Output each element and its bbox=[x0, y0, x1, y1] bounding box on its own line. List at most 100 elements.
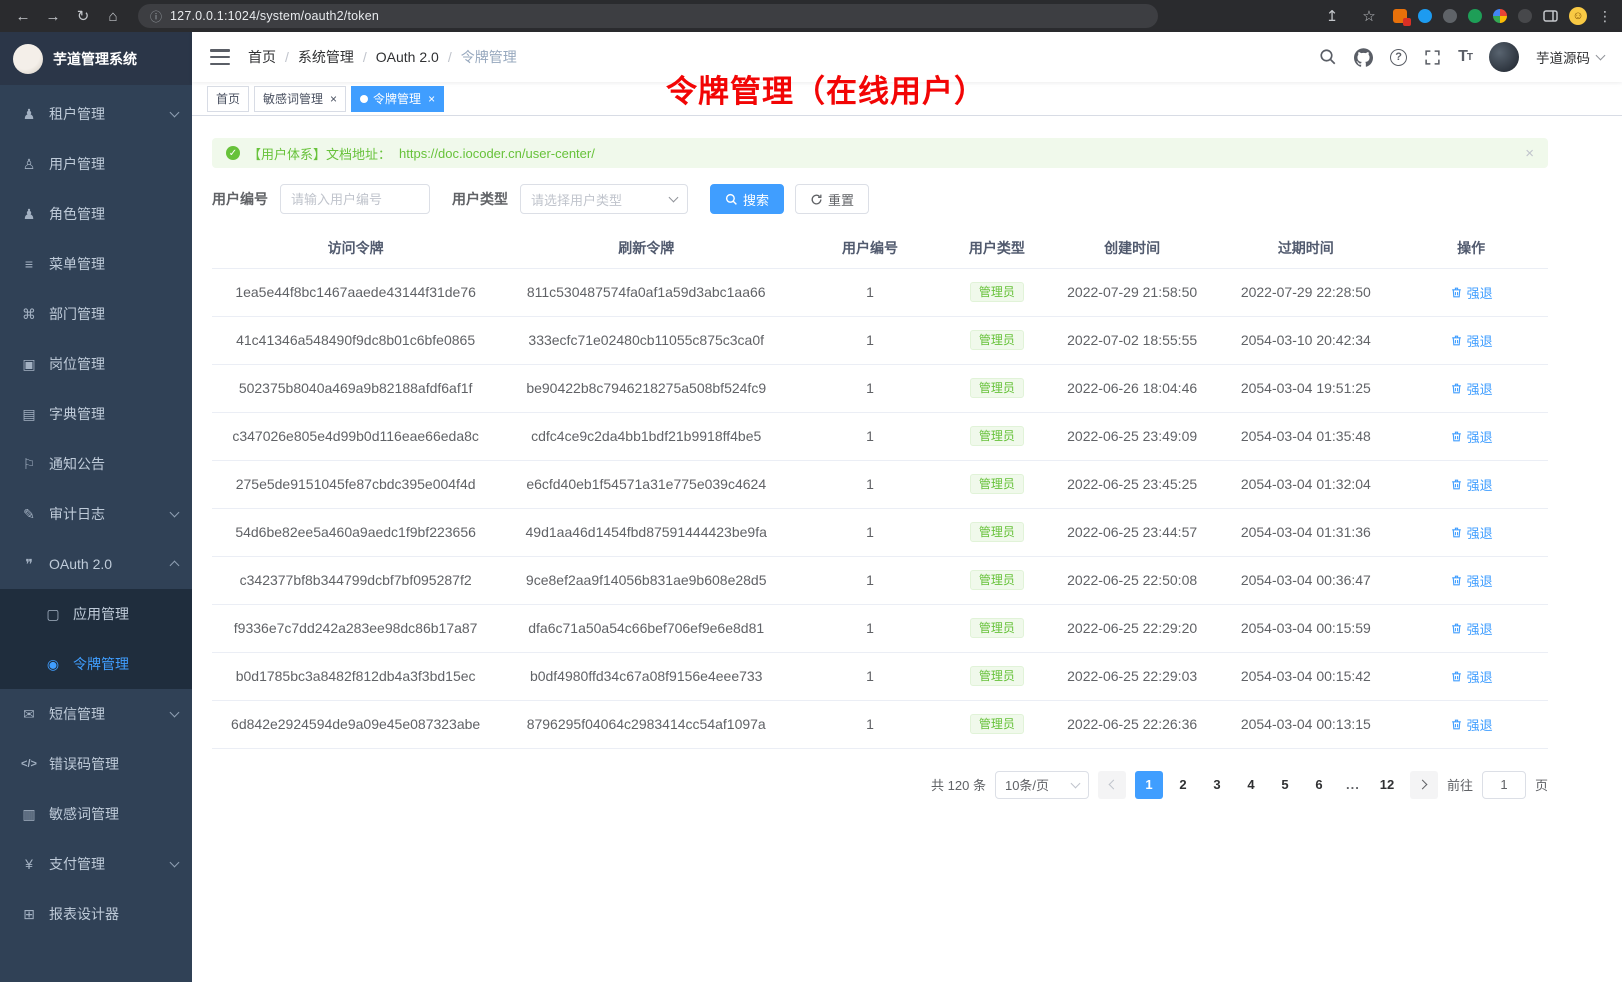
user-type-select[interactable]: 请选择用户类型 bbox=[520, 184, 688, 214]
force-logout-button[interactable]: 强退 bbox=[1450, 427, 1493, 446]
action-cell: 强退 bbox=[1394, 412, 1548, 460]
sidebar-item-dept[interactable]: ⌘ 部门管理 bbox=[0, 289, 192, 339]
sidebar-item-dict[interactable]: ▤ 字典管理 bbox=[0, 389, 192, 439]
force-logout-button[interactable]: 强退 bbox=[1450, 667, 1493, 686]
goto-page-input[interactable] bbox=[1482, 771, 1526, 799]
more-pages-icon[interactable]: ... bbox=[1339, 771, 1367, 799]
chevron-down-icon bbox=[1071, 778, 1081, 788]
audit-log-icon: ✎ bbox=[20, 506, 38, 523]
browser-refresh-icon[interactable]: ↻ bbox=[70, 3, 96, 29]
force-logout-button[interactable]: 强退 bbox=[1450, 571, 1493, 590]
browser-menu-icon[interactable]: ⋮ bbox=[1598, 8, 1612, 25]
close-icon[interactable]: × bbox=[428, 93, 435, 105]
navbar-actions: ? TT 芋道源码 bbox=[1319, 42, 1604, 72]
split-view-icon[interactable] bbox=[1543, 10, 1558, 22]
sidebar-item-oauth[interactable]: ❞ OAuth 2.0 bbox=[0, 539, 192, 589]
browser-profile-avatar[interactable]: ☺ bbox=[1569, 7, 1587, 25]
doc-alert: ✓ 【用户体系】文档地址： https://doc.iocoder.cn/use… bbox=[212, 138, 1548, 168]
page-button-12[interactable]: 12 bbox=[1373, 771, 1401, 799]
page-button-5[interactable]: 5 bbox=[1271, 771, 1299, 799]
page-button-6[interactable]: 6 bbox=[1305, 771, 1333, 799]
sidebar-item-sms[interactable]: ✉ 短信管理 bbox=[0, 689, 192, 739]
extension-icon[interactable] bbox=[1518, 9, 1532, 23]
font-size-icon[interactable]: TT bbox=[1458, 48, 1472, 66]
app-logo[interactable]: 芋道管理系统 bbox=[0, 32, 192, 85]
user-menu[interactable]: 芋道源码 bbox=[1536, 47, 1604, 67]
user-type-badge: 管理员 bbox=[970, 426, 1024, 446]
fullscreen-icon[interactable] bbox=[1424, 49, 1441, 66]
search-button[interactable]: 搜索 bbox=[710, 184, 784, 214]
sidebar-toggle-icon[interactable] bbox=[210, 49, 230, 65]
refresh-token-cell: e6cfd40eb1f54571a31e775e039c4624 bbox=[499, 460, 793, 508]
sidebar-item-user[interactable]: ♙ 用户管理 bbox=[0, 139, 192, 189]
user-id-cell: 1 bbox=[793, 268, 947, 316]
extension-badge bbox=[1403, 18, 1411, 26]
page-button-3[interactable]: 3 bbox=[1203, 771, 1231, 799]
user-id-cell: 1 bbox=[793, 556, 947, 604]
page-button-2[interactable]: 2 bbox=[1169, 771, 1197, 799]
delete-icon bbox=[1450, 382, 1463, 395]
total-count: 共 120 条 bbox=[931, 775, 986, 794]
force-logout-button[interactable]: 强退 bbox=[1450, 475, 1493, 494]
chevron-icon bbox=[170, 108, 180, 118]
extension-icon[interactable] bbox=[1468, 9, 1482, 23]
tab-sensitive-word[interactable]: 敏感词管理 × bbox=[254, 86, 346, 112]
force-logout-label: 强退 bbox=[1467, 667, 1493, 686]
dictionary-book-icon: ▤ bbox=[20, 406, 38, 423]
prev-page-button[interactable] bbox=[1098, 771, 1126, 799]
expire-time-cell: 2054-03-10 20:42:34 bbox=[1217, 316, 1394, 364]
page-button-1[interactable]: 1 bbox=[1135, 771, 1163, 799]
help-icon[interactable]: ? bbox=[1390, 49, 1407, 66]
sidebar-item-notice[interactable]: ⚐ 通知公告 bbox=[0, 439, 192, 489]
refresh-token-cell: 8796295f04064c2983414cc54af1097a bbox=[499, 700, 793, 748]
address-bar[interactable]: ⓘ 127.0.0.1:1024/system/oauth2/token bbox=[138, 4, 1158, 28]
breadcrumb-system[interactable]: 系统管理 bbox=[298, 47, 354, 67]
chevron-icon bbox=[170, 708, 180, 718]
github-icon[interactable] bbox=[1354, 48, 1373, 67]
extension-icon[interactable] bbox=[1493, 9, 1507, 23]
sidebar-item-label: 审计日志 bbox=[49, 504, 105, 524]
force-logout-button[interactable]: 强退 bbox=[1450, 331, 1493, 350]
force-logout-button[interactable]: 强退 bbox=[1450, 619, 1493, 638]
breadcrumb-home[interactable]: 首页 bbox=[248, 47, 276, 67]
sidebar-item-token[interactable]: ◉ 令牌管理 bbox=[0, 639, 192, 689]
site-info-icon[interactable]: ⓘ bbox=[150, 8, 162, 25]
alert-close-icon[interactable]: × bbox=[1525, 145, 1534, 162]
sidebar-item-app[interactable]: ▢ 应用管理 bbox=[0, 589, 192, 639]
force-logout-button[interactable]: 强退 bbox=[1450, 283, 1493, 302]
extension-icon[interactable] bbox=[1393, 9, 1407, 23]
sidebar-item-tenant[interactable]: ♟ 租户管理 bbox=[0, 89, 192, 139]
browser-home-icon[interactable]: ⌂ bbox=[100, 3, 126, 29]
force-logout-button[interactable]: 强退 bbox=[1450, 379, 1493, 398]
page-button-4[interactable]: 4 bbox=[1237, 771, 1265, 799]
breadcrumb-oauth[interactable]: OAuth 2.0 bbox=[376, 49, 439, 65]
sidebar-item-errcode[interactable]: </> 错误码管理 bbox=[0, 739, 192, 789]
doc-link[interactable]: https://doc.iocoder.cn/user-center/ bbox=[399, 146, 595, 161]
close-icon[interactable]: × bbox=[330, 93, 337, 105]
force-logout-button[interactable]: 强退 bbox=[1450, 715, 1493, 734]
extension-icon[interactable] bbox=[1418, 9, 1432, 23]
user-id-input[interactable] bbox=[280, 184, 430, 214]
page-size-select[interactable]: 10条/页 bbox=[995, 771, 1089, 799]
browser-back-icon[interactable]: ← bbox=[10, 3, 36, 29]
report-designer-icon: ⊞ bbox=[20, 906, 38, 923]
tab-token[interactable]: 令牌管理 × bbox=[351, 86, 444, 112]
bookmark-star-icon[interactable]: ☆ bbox=[1356, 3, 1382, 29]
sidebar-item-role[interactable]: ♟ 角色管理 bbox=[0, 189, 192, 239]
next-page-button[interactable] bbox=[1410, 771, 1438, 799]
reset-button[interactable]: 重置 bbox=[795, 184, 869, 214]
browser-forward-icon[interactable]: → bbox=[40, 3, 66, 29]
share-icon[interactable]: ↥ bbox=[1319, 3, 1345, 29]
sidebar-item-post[interactable]: ▣ 岗位管理 bbox=[0, 339, 192, 389]
user-avatar[interactable] bbox=[1489, 42, 1519, 72]
tab-home[interactable]: 首页 bbox=[207, 86, 249, 112]
extension-icon[interactable] bbox=[1443, 9, 1457, 23]
sidebar-item-audit[interactable]: ✎ 审计日志 bbox=[0, 489, 192, 539]
sidebar-item-report[interactable]: ⊞ 报表设计器 bbox=[0, 889, 192, 939]
search-icon[interactable] bbox=[1319, 48, 1337, 66]
sidebar-item-menu[interactable]: ≡ 菜单管理 bbox=[0, 239, 192, 289]
user-type-cell: 管理员 bbox=[947, 268, 1047, 316]
sidebar-item-pay[interactable]: ¥ 支付管理 bbox=[0, 839, 192, 889]
sidebar-item-sensitive[interactable]: ▥ 敏感词管理 bbox=[0, 789, 192, 839]
force-logout-button[interactable]: 强退 bbox=[1450, 523, 1493, 542]
